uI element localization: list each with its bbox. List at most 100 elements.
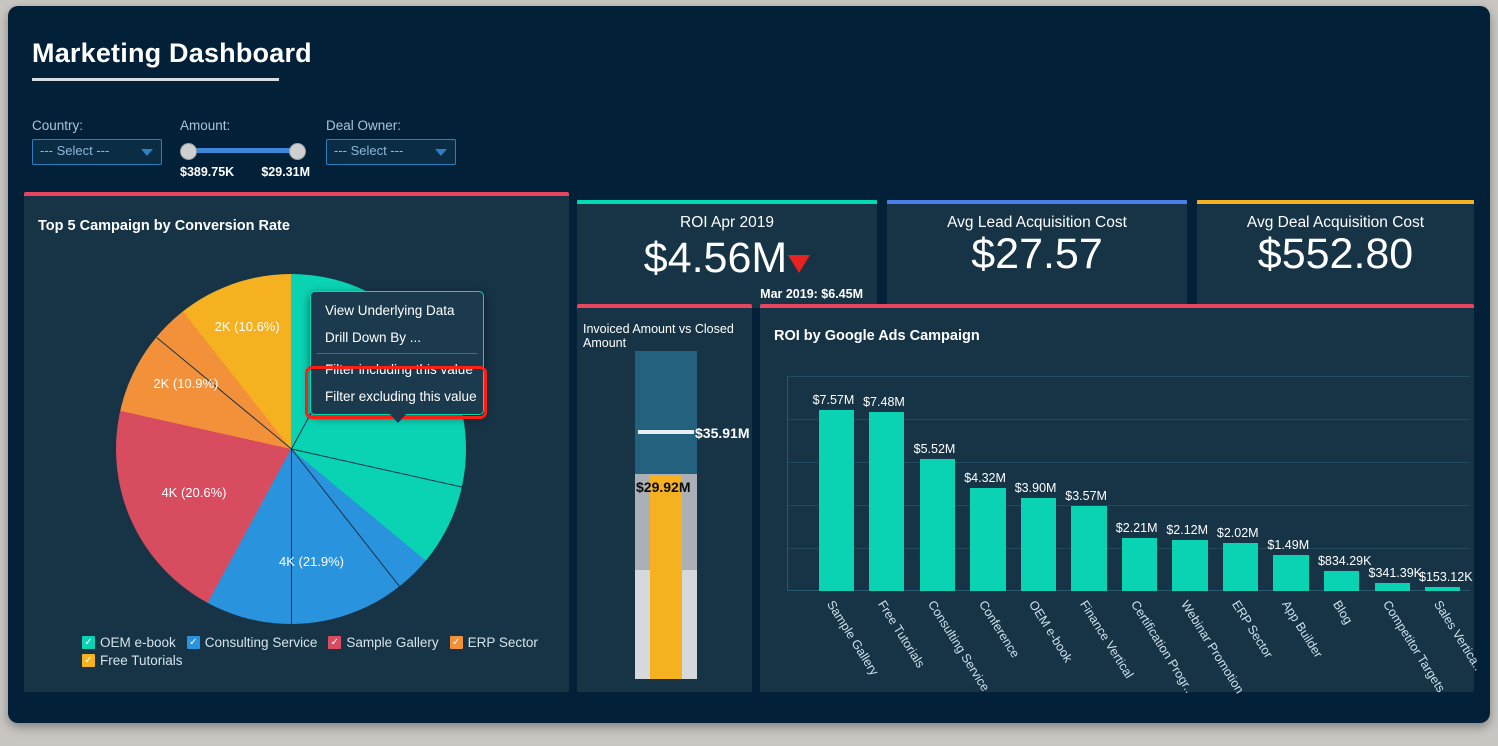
slider-min-value: $389.75K (180, 165, 235, 179)
pie-slice-divider (291, 449, 292, 624)
legend-checkbox-icon[interactable]: ✓ (186, 636, 200, 649)
legend-checkbox-icon[interactable]: ✓ (82, 654, 95, 667)
kpi-value-text: $27.57 (971, 230, 1103, 278)
legend-label: ERP Sector (467, 635, 538, 650)
roi-by-campaign-bar-chart[interactable]: $7.57M $7.48M $5.52M $4.32M $3.90M $3.57M $2.2… (787, 376, 1485, 696)
bullet-value-label: $29.92M (636, 478, 691, 495)
country-select-value: --- Select --- (40, 143, 110, 158)
chevron-down-icon (141, 149, 153, 156)
context-menu[interactable]: View Underlying Data Drill Down By ... F… (305, 291, 487, 423)
slider-handle-max[interactable] (289, 143, 306, 160)
bullet-panel: Invoiced Amount vs Closed Amount $35.91M… (577, 304, 752, 692)
kpi-comparison-text: Mar 2019: $6.45M (760, 287, 863, 301)
kpi-card[interactable]: Avg Lead Acquisition Cost $27.57 (887, 200, 1187, 308)
deal-owner-filter-label: Deal Owner: (326, 118, 402, 133)
bar[interactable] (1425, 587, 1461, 591)
deal-owner-select-value: --- Select --- (334, 143, 404, 158)
bar[interactable] (1020, 497, 1057, 591)
bar-value-label: $5.52M (913, 442, 956, 457)
bar-value-label: $3.90M (1014, 480, 1057, 495)
kpi-accent-bar (1197, 200, 1474, 204)
bar-value-label: $7.57M (812, 393, 855, 408)
kpi-value: $4.56M (577, 234, 877, 283)
slider-handle-min[interactable] (180, 143, 197, 160)
menu-item-filter-excluding-this-value[interactable]: Filter excluding this value (311, 383, 483, 410)
bar[interactable] (1071, 505, 1107, 591)
pie-slice-label: 2K (10.6%) (214, 318, 280, 334)
bar[interactable] (1121, 538, 1158, 591)
bar-value-label: $4.32M (964, 470, 1006, 485)
legend-checkbox-icon[interactable]: ✓ (449, 636, 463, 649)
kpi-card[interactable]: Avg Deal Acquisition Cost $552.80 (1197, 200, 1474, 308)
pie-slice-label: 4K (20.6%) (161, 484, 227, 500)
menu-item-drill-down-by[interactable]: Drill Down By ... (311, 324, 483, 351)
bar-value-label: $2.02M (1216, 525, 1259, 540)
legend-label: Sample Gallery (346, 635, 439, 650)
bullet-target-label: $35.91M (695, 424, 750, 441)
deal-owner-select[interactable]: --- Select --- (326, 139, 456, 165)
menu-item-filter-including-this-value[interactable]: Filter including this value (311, 356, 483, 383)
bar-value-label: $3.57M (1065, 488, 1107, 503)
trend-down-icon (788, 254, 811, 273)
bar-value-label: $834.29K (1317, 554, 1372, 569)
bar[interactable] (1374, 582, 1410, 591)
slider-track[interactable] (188, 148, 298, 153)
amount-range-slider[interactable]: $389.75K $29.31M (180, 139, 310, 179)
bar[interactable] (818, 410, 854, 591)
pie-legend[interactable]: ✓ OEM e-book ✓ Consulting Service ✓ Sample Ga… (82, 635, 552, 668)
kpi-value: $552.80 (1197, 230, 1474, 279)
pie-slice-label: 4K (21.9%) (278, 554, 345, 570)
legend-item[interactable]: ✓ Consulting Service (186, 635, 318, 650)
bar-value-label: $153.12K (1419, 570, 1473, 585)
bar-value-label: $341.39K (1368, 565, 1423, 580)
y-axis-line (787, 376, 788, 591)
panel-accent-bar (24, 192, 569, 196)
menu-pointer-tail (389, 413, 407, 423)
bar-value-label: $1.49M (1267, 538, 1310, 553)
deal-owner-filter: Deal Owner: --- Select --- (326, 118, 456, 165)
kpi-accent-bar (577, 200, 877, 204)
bar[interactable] (1172, 540, 1208, 591)
chevron-down-icon (435, 149, 447, 156)
pie-slice-label: 2K (10.9%) (153, 375, 219, 391)
panel-accent-bar (760, 304, 1474, 308)
panel-accent-bar (577, 304, 752, 308)
bar[interactable] (1323, 571, 1360, 591)
kpi-value: $27.57 (887, 230, 1187, 279)
amount-filter: Amount: $389.75K $29.31M (180, 118, 310, 179)
kpi-accent-bar (887, 200, 1187, 204)
bullet-qualitative-band (635, 351, 697, 474)
invoiced-vs-closed-bullet-chart[interactable] (635, 351, 697, 679)
bullet-panel-title: Invoiced Amount vs Closed Amount (583, 322, 734, 350)
kpi-label: ROI Apr 2019 (680, 214, 774, 231)
legend-item[interactable]: ✓ Free Tutorials (82, 653, 183, 668)
bar[interactable] (1273, 555, 1309, 591)
bar[interactable] (919, 459, 956, 591)
bullet-measure-bar[interactable] (650, 474, 682, 679)
kpi-value-text: $4.56M (643, 234, 788, 282)
bar-value-label: $2.21M (1115, 521, 1158, 536)
legend-label: Consulting Service (204, 635, 318, 650)
slider-values: $389.75K $29.31M (180, 165, 310, 179)
country-select[interactable]: --- Select --- (32, 139, 162, 165)
kpi-card[interactable]: ROI Apr 2019 $4.56M Mar 2019: $6.45M (577, 200, 877, 308)
slider-max-value: $29.31M (261, 165, 310, 179)
legend-item[interactable]: ✓ OEM e-book (82, 635, 176, 650)
country-filter: Country: --- Select --- (32, 118, 162, 165)
bar[interactable] (1222, 542, 1259, 591)
bar[interactable] (970, 487, 1006, 591)
legend-label: Free Tutorials (100, 653, 183, 668)
dashboard-card: Marketing Dashboard Country: --- Select … (8, 6, 1490, 723)
pie-panel-title: Top 5 Campaign by Conversion Rate (38, 218, 290, 234)
title-underline (32, 78, 279, 81)
amount-filter-label: Amount: (180, 118, 231, 133)
legend-checkbox-icon[interactable]: ✓ (328, 636, 342, 649)
bar[interactable] (869, 412, 905, 591)
menu-item-view-underlying-data[interactable]: View Underlying Data (311, 297, 483, 324)
legend-item[interactable]: ✓ Sample Gallery (328, 635, 439, 650)
country-filter-label: Country: (32, 118, 84, 133)
legend-item[interactable]: ✓ ERP Sector (449, 635, 538, 650)
bar-value-label: $7.48M (863, 395, 905, 410)
bullet-target-marker (638, 429, 694, 434)
legend-checkbox-icon[interactable]: ✓ (82, 636, 95, 649)
